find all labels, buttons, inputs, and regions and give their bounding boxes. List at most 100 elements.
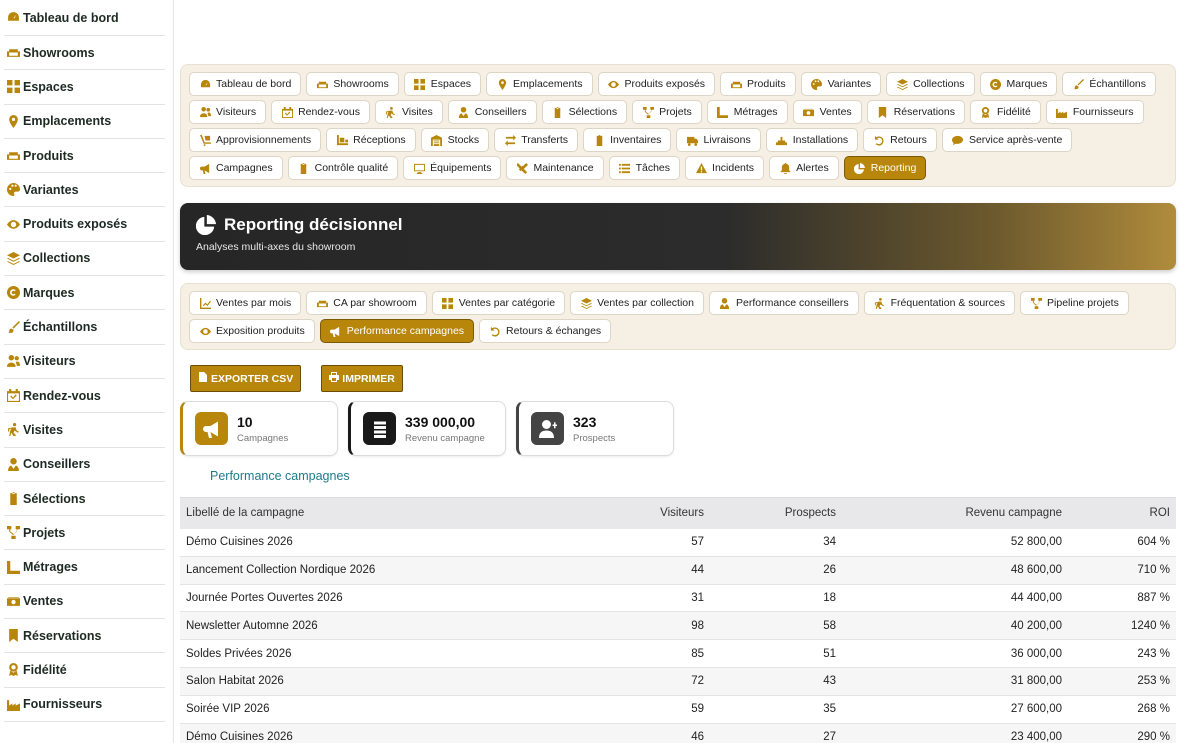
tab-echantillons[interactable]: Échantillons xyxy=(1062,72,1157,96)
export-csv-button[interactable]: EXPORTER CSV xyxy=(190,365,302,392)
tab-fidelite[interactable]: Fidélité xyxy=(969,100,1041,124)
table-row[interactable]: Salon Habitat 2026 72 43 31 800,00 253 % xyxy=(180,667,1176,696)
tab-visites[interactable]: Visites xyxy=(374,100,443,124)
tab-variantes[interactable]: Variantes xyxy=(800,72,882,96)
report-tab-ventes-par-categorie[interactable]: Ventes par catégorie xyxy=(431,291,566,315)
sidebar-item-label: Conseillers xyxy=(23,457,91,472)
sidebar-item-label: Sélections xyxy=(23,491,86,506)
report-tab-pipeline-projets[interactable]: Pipeline projets xyxy=(1020,291,1129,315)
sidebar-item-produits[interactable]: Produits xyxy=(4,139,165,174)
tab-reporting[interactable]: Reporting xyxy=(843,156,927,180)
layers-icon xyxy=(896,78,908,90)
tab-receptions[interactable]: Réceptions xyxy=(326,128,416,152)
sidebar-item-emplacements[interactable]: Emplacements xyxy=(4,105,165,139)
table-row[interactable]: Soldes Privées 2026 85 51 36 000,00 243 % xyxy=(180,639,1176,668)
report-tab-retours-echanges[interactable]: Retours & échanges xyxy=(479,319,612,343)
sidebar-item-label: Produits exposés xyxy=(23,217,128,232)
tab-campagnes[interactable]: Campagnes xyxy=(189,156,283,180)
sidebar-item-marques[interactable]: Marques xyxy=(4,276,165,311)
sidebar-item-variantes[interactable]: Variantes xyxy=(4,173,165,208)
tab-retours[interactable]: Retours xyxy=(863,128,937,152)
report-tab-performance-campagnes[interactable]: Performance campagnes xyxy=(319,319,475,343)
tab-ventes[interactable]: Ventes xyxy=(792,100,862,124)
sidebar-item-ventes[interactable]: Ventes xyxy=(4,585,165,620)
tab-visiteurs[interactable]: Visiteurs xyxy=(189,100,267,124)
tab-service-apres-vente[interactable]: Service après-vente xyxy=(941,128,1073,152)
tab-inventaires[interactable]: Inventaires xyxy=(583,128,672,152)
sidebar-item-produits-exposes[interactable]: Produits exposés xyxy=(4,207,165,242)
sidebar-item-visiteurs[interactable]: Visiteurs xyxy=(4,345,165,379)
column-header-libelle-de-la-campagne[interactable]: Libellé de la campagne xyxy=(180,497,580,529)
sidebar-item-metrages[interactable]: Métrages xyxy=(4,550,165,585)
tab-equipements[interactable]: Équipements xyxy=(403,156,502,180)
table-cell: 34 xyxy=(710,528,842,557)
tab-label: Métrages xyxy=(733,106,778,118)
table-row[interactable]: Newsletter Automne 2026 98 58 40 200,00 1240… xyxy=(180,611,1176,641)
tab-reservations[interactable]: Réservations xyxy=(866,100,965,124)
tab-installations[interactable]: Installations xyxy=(765,128,859,152)
tab-approvisionnements[interactable]: Approvisionnements xyxy=(189,128,322,152)
sidebar-item-collections[interactable]: Collections xyxy=(4,242,165,277)
ruler-icon xyxy=(717,106,729,118)
tab-produits[interactable]: Produits xyxy=(720,72,796,96)
table-row[interactable]: Démo Cuisines 2026 57 34 52 800,00 604 % xyxy=(180,528,1176,557)
sidebar-item-tableau-de-bord[interactable]: Tableau de bord xyxy=(4,0,165,36)
sidebar-item-rendez-vous[interactable]: Rendez-vous xyxy=(4,379,165,414)
tab-emplacements[interactable]: Emplacements xyxy=(486,72,593,96)
tab-alertes[interactable]: Alertes xyxy=(769,156,839,180)
report-tab-performance-conseillers[interactable]: Performance conseillers xyxy=(708,291,859,315)
sidebar-item-echantillons[interactable]: Échantillons xyxy=(4,310,165,345)
tab-marques[interactable]: Marques xyxy=(979,72,1058,96)
tab-controle-qualite[interactable]: Contrôle qualité xyxy=(287,156,399,180)
tab-incidents[interactable]: Incidents xyxy=(685,156,765,180)
table-row[interactable]: Soirée VIP 2026 59 35 27 600,00 268 % xyxy=(180,695,1176,724)
report-tab-ca-par-showroom[interactable]: CA par showroom xyxy=(306,291,427,315)
table-cell: 98 xyxy=(580,611,710,641)
tab-livraisons[interactable]: Livraisons xyxy=(676,128,761,152)
undo-icon xyxy=(873,134,885,146)
sidebar-item-showrooms[interactable]: Showrooms xyxy=(4,36,165,71)
tab-fournisseurs[interactable]: Fournisseurs xyxy=(1045,100,1144,124)
report-tab-ventes-par-collection[interactable]: Ventes par collection xyxy=(570,291,704,315)
table-cell: 710 % xyxy=(1068,556,1176,585)
sidebar-item-fidelite[interactable]: Fidélité xyxy=(4,653,165,688)
tab-showrooms[interactable]: Showrooms xyxy=(306,72,399,96)
bullhorn-icon xyxy=(199,162,211,174)
tab-produits-exposes[interactable]: Produits exposés xyxy=(597,72,716,96)
sidebar-item-label: Produits xyxy=(23,148,74,163)
tab-label: Incidents xyxy=(712,162,755,174)
sidebar-item-reservations[interactable]: Réservations xyxy=(4,619,165,654)
tab-espaces[interactable]: Espaces xyxy=(403,72,482,96)
walking-icon xyxy=(874,297,886,309)
print-button[interactable]: IMPRIMER xyxy=(321,365,403,392)
column-header-visiteurs[interactable]: Visiteurs xyxy=(580,497,710,529)
sidebar-item-espaces[interactable]: Espaces xyxy=(4,70,165,105)
tab-projets[interactable]: Projets xyxy=(632,100,702,124)
sidebar-item-projets[interactable]: Projets xyxy=(4,516,165,551)
sidebar-item-selections[interactable]: Sélections xyxy=(4,482,165,517)
tab-collections[interactable]: Collections xyxy=(886,72,975,96)
tab-selections[interactable]: Sélections xyxy=(541,100,628,124)
table-row[interactable]: Lancement Collection Nordique 2026 44 26 48… xyxy=(180,556,1176,585)
tab-tableau-de-bord[interactable]: Tableau de bord xyxy=(189,72,302,96)
column-header-prospects[interactable]: Prospects xyxy=(710,497,842,529)
tab-stocks[interactable]: Stocks xyxy=(420,128,490,152)
tab-transferts[interactable]: Transferts xyxy=(494,128,579,152)
sidebar-item-conseillers[interactable]: Conseillers xyxy=(4,448,165,482)
gauge-icon xyxy=(199,78,211,90)
report-tab-frequentation-sources[interactable]: Fréquentation & sources xyxy=(863,291,1016,315)
table-row[interactable]: Démo Cuisines 2026 46 27 23 400,00 290 % xyxy=(180,723,1176,743)
sidebar-item-visites[interactable]: Visites xyxy=(4,413,165,448)
report-tab-ventes-par-mois[interactable]: Ventes par mois xyxy=(189,291,302,315)
tab-taches[interactable]: Tâches xyxy=(608,156,681,180)
column-header-revenu-campagne[interactable]: Revenu campagne xyxy=(842,497,1068,529)
tab-conseillers[interactable]: Conseillers xyxy=(447,100,537,124)
tab-rendez-vous[interactable]: Rendez-vous xyxy=(271,100,370,124)
table-row[interactable]: Journée Portes Ouvertes 2026 31 18 44 400,0… xyxy=(180,584,1176,613)
column-header-roi[interactable]: ROI xyxy=(1068,497,1176,529)
tab-metrages[interactable]: Métrages xyxy=(706,100,788,124)
sidebar-item-fournisseurs[interactable]: Fournisseurs xyxy=(4,688,165,722)
comment-icon xyxy=(952,134,964,146)
report-tab-exposition-produits[interactable]: Exposition produits xyxy=(189,319,315,343)
tab-maintenance[interactable]: Maintenance xyxy=(506,156,604,180)
